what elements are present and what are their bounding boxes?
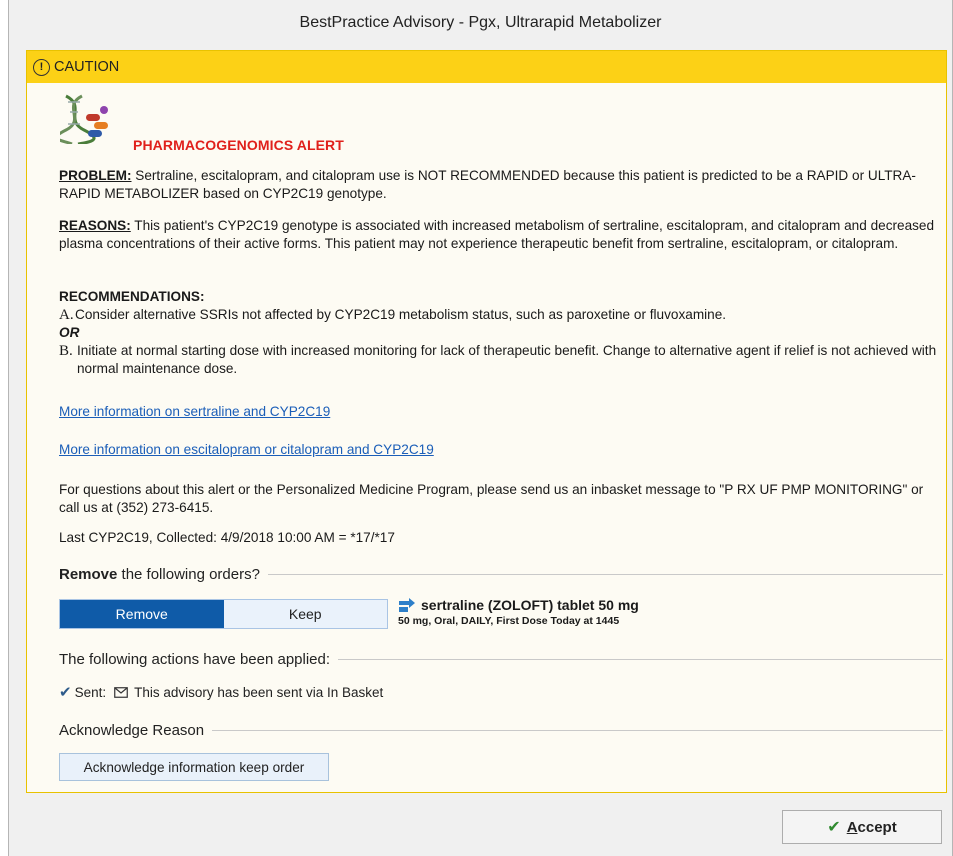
or-label: OR <box>59 325 80 340</box>
sent-label: Sent: <box>74 684 107 700</box>
rec-b-text: Initiate at normal starting dose with in… <box>77 343 937 376</box>
recommendation-b: B. Initiate at normal starting dose with… <box>59 342 939 378</box>
accept-label: Accept <box>846 818 897 836</box>
rec-a-text: Consider alternative SSRIs not affected … <box>75 307 727 322</box>
remove-heading-bold: Remove <box>59 566 118 583</box>
reasons-text: This patient's CYP2C19 genotype is assoc… <box>59 218 935 251</box>
divider <box>267 574 943 575</box>
recommendations-block: RECOMMENDATIONS: A. Consider alternative… <box>59 288 939 378</box>
sent-text: This advisory has been sent via In Baske… <box>134 684 384 700</box>
problem-label: PROBLEM: <box>59 168 132 183</box>
accept-button[interactable]: ✔ Accept <box>782 810 942 844</box>
keep-button[interactable]: Keep <box>223 600 387 628</box>
acknowledge-heading-text: Acknowledge Reason <box>59 722 205 739</box>
envelope-icon <box>114 686 128 698</box>
divider <box>338 659 943 660</box>
acknowledge-heading: Acknowledge Reason <box>59 722 943 739</box>
order-info: sertraline (ZOLOFT) tablet 50 mg 50 mg, … <box>397 597 639 627</box>
sent-row: ✔ Sent: This advisory has been sent via … <box>59 683 383 701</box>
order-detail: 50 mg, Oral, DAILY, First Dose Today at … <box>398 615 620 627</box>
problem-paragraph: PROBLEM: Sertraline, escitalopram, and c… <box>59 167 939 203</box>
dna-pills-icon <box>60 94 108 144</box>
problem-text: Sertraline, escitalopram, and citalopram… <box>59 168 916 201</box>
window-title: BestPractice Advisory - Pgx, Ultrarapid … <box>9 0 952 46</box>
sertraline-info-link[interactable]: More information on sertraline and CYP2C… <box>59 404 330 419</box>
order-name: sertraline (ZOLOFT) tablet 50 mg <box>421 597 639 613</box>
advisory-panel: ! CAUTION PHARMACOGENOMICS ALERT PROBLEM… <box>26 50 947 793</box>
green-checkmark-icon: ✔ <box>827 819 841 836</box>
link-row-escitalopram: More information on escitalopram or cita… <box>59 441 939 459</box>
divider <box>212 730 943 731</box>
recommendations-label: RECOMMENDATIONS: <box>59 289 205 304</box>
rec-a-letter: A. <box>59 307 74 323</box>
exclamation-circle-icon: ! <box>33 58 50 76</box>
reasons-label: REASONS: <box>59 218 131 233</box>
remove-keep-toggle: Remove Keep <box>59 599 388 629</box>
escitalopram-info-link[interactable]: More information on escitalopram or cita… <box>59 442 434 457</box>
reasons-paragraph: REASONS: This patient's CYP2C19 genotype… <box>59 217 939 253</box>
caution-label: CAUTION <box>54 59 120 75</box>
remove-orders-heading: Remove the following orders? <box>59 566 943 583</box>
checkmark-icon: ✔ <box>59 684 72 701</box>
questions-text: For questions about this alert or the Pe… <box>59 482 924 515</box>
alert-title: PHARMACOGENOMICS ALERT <box>133 137 344 153</box>
acknowledge-keep-order-button[interactable]: Acknowledge information keep order <box>59 753 329 781</box>
advisory-window: BestPractice Advisory - Pgx, Ultrarapid … <box>8 0 953 856</box>
rec-b-letter: B. <box>59 343 73 359</box>
medication-order-icon <box>399 598 415 612</box>
last-result: Last CYP2C19, Collected: 4/9/2018 10:00 … <box>59 530 395 545</box>
recommendation-a: A. Consider alternative SSRIs not affect… <box>59 306 939 324</box>
link-row-sertraline: More information on sertraline and CYP2C… <box>59 403 939 421</box>
order-name-row: sertraline (ZOLOFT) tablet 50 mg <box>397 597 639 613</box>
remove-heading-rest: the following orders? <box>117 566 260 583</box>
caution-bar: ! CAUTION <box>27 51 946 83</box>
remove-button[interactable]: Remove <box>60 600 224 628</box>
actions-heading: The following actions have been applied: <box>59 651 943 668</box>
actions-heading-text: The following actions have been applied: <box>59 651 331 668</box>
